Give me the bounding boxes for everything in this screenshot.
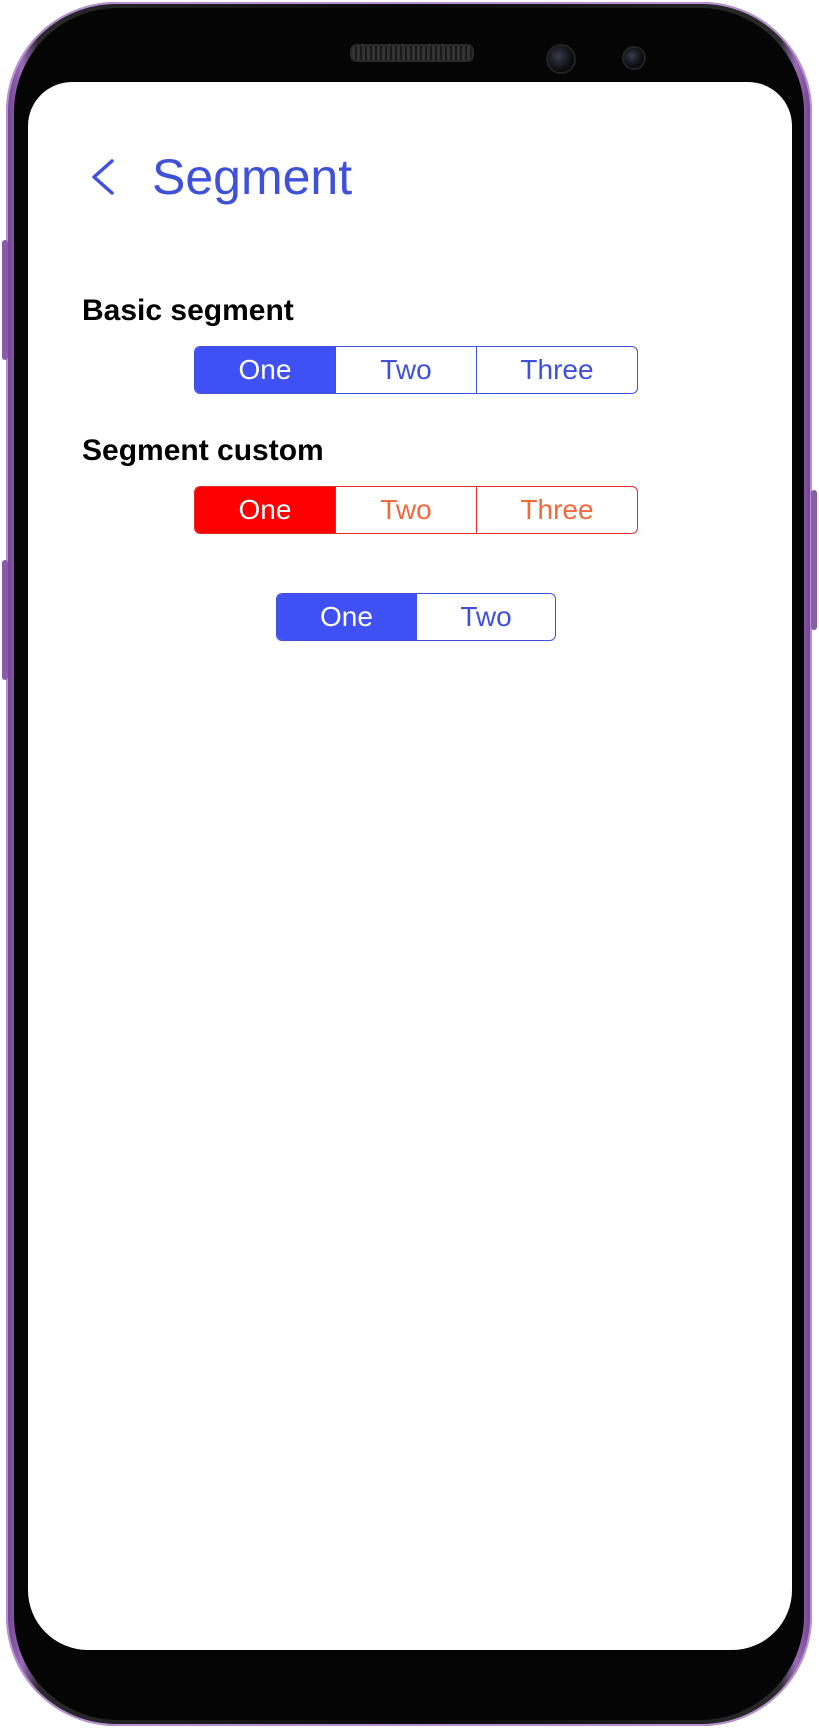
volume-button (2, 240, 8, 360)
segment-option-two[interactable]: Two (335, 487, 476, 533)
section-title-basic: Basic segment (82, 294, 294, 327)
segment-option-one[interactable]: One (195, 487, 335, 533)
sensor-icon (622, 46, 646, 70)
speaker-grille (350, 44, 474, 62)
power-button (811, 490, 817, 630)
bixby-button (2, 560, 8, 680)
app-screen: Segment Basic segment One Two Three Segm… (28, 82, 792, 1650)
section-title-custom: Segment custom (82, 434, 324, 467)
front-camera-icon (546, 44, 576, 74)
custom-segment: One Two Three (194, 486, 638, 534)
segment-option-two[interactable]: Two (335, 347, 476, 393)
segment-option-one[interactable]: One (195, 347, 335, 393)
segment-option-two[interactable]: Two (416, 594, 555, 640)
segment-option-three[interactable]: Three (476, 487, 637, 533)
basic-segment: One Two Three (194, 346, 638, 394)
page-title: Segment (152, 149, 353, 205)
two-option-segment: One Two (276, 593, 556, 641)
segment-option-three[interactable]: Three (476, 347, 637, 393)
app-header: Segment (88, 142, 352, 212)
segment-option-one[interactable]: One (277, 594, 416, 640)
chevron-left-icon[interactable] (88, 153, 128, 201)
